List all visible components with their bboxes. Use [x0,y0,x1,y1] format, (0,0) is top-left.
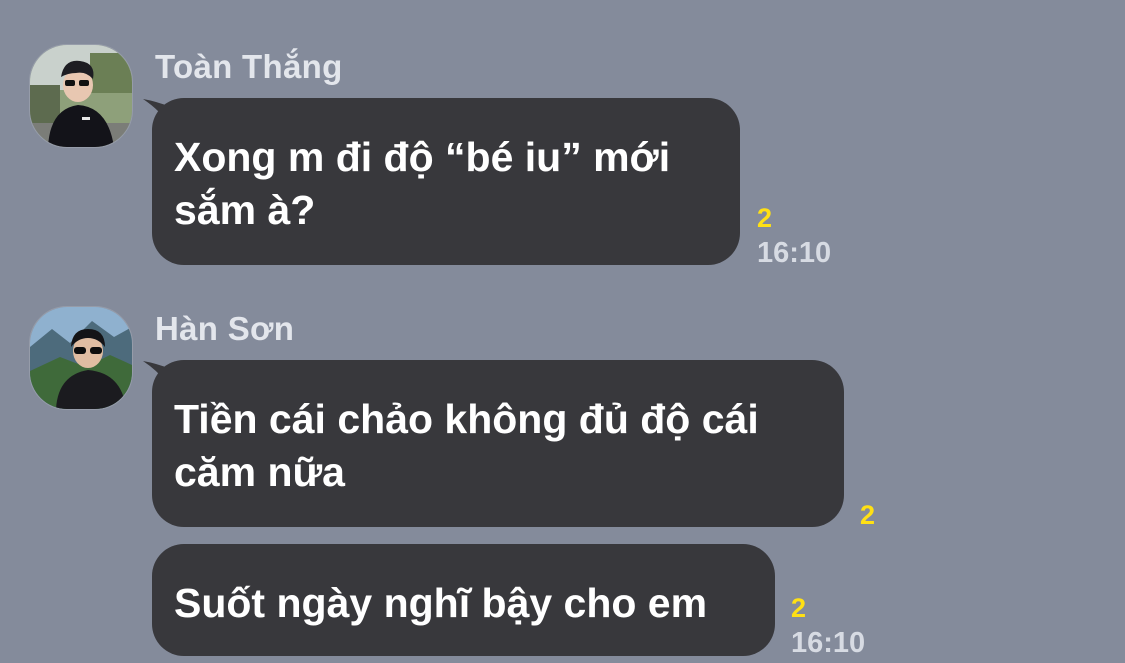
sender-name: Toàn Thắng [155,48,343,85]
profile-photo-icon [30,45,132,147]
read-count: 2 [860,500,876,530]
avatar[interactable] [29,44,133,148]
message-text: Suốt ngày nghĩ bậy cho em [174,580,708,626]
message-bubble[interactable]: Suốt ngày nghĩ bậy cho em [152,544,775,656]
message-text: Xong m đi độ “bé iu” mới sắm à? [174,134,671,233]
message-text: Tiền cái chảo không đủ độ cái căm nữa [174,396,759,495]
read-count: 2 [757,203,773,233]
avatar[interactable] [29,306,133,410]
sender-name: Hàn Sơn [155,310,295,347]
message-bubble[interactable]: Xong m đi độ “bé iu” mới sắm à? [152,98,740,265]
message-bubble[interactable]: Tiền cái chảo không đủ độ cái căm nữa [152,360,844,527]
read-count: 2 [791,593,807,623]
message-time: 16:10 [757,237,832,269]
profile-photo-icon [30,307,132,409]
message-time: 16:10 [791,627,866,659]
